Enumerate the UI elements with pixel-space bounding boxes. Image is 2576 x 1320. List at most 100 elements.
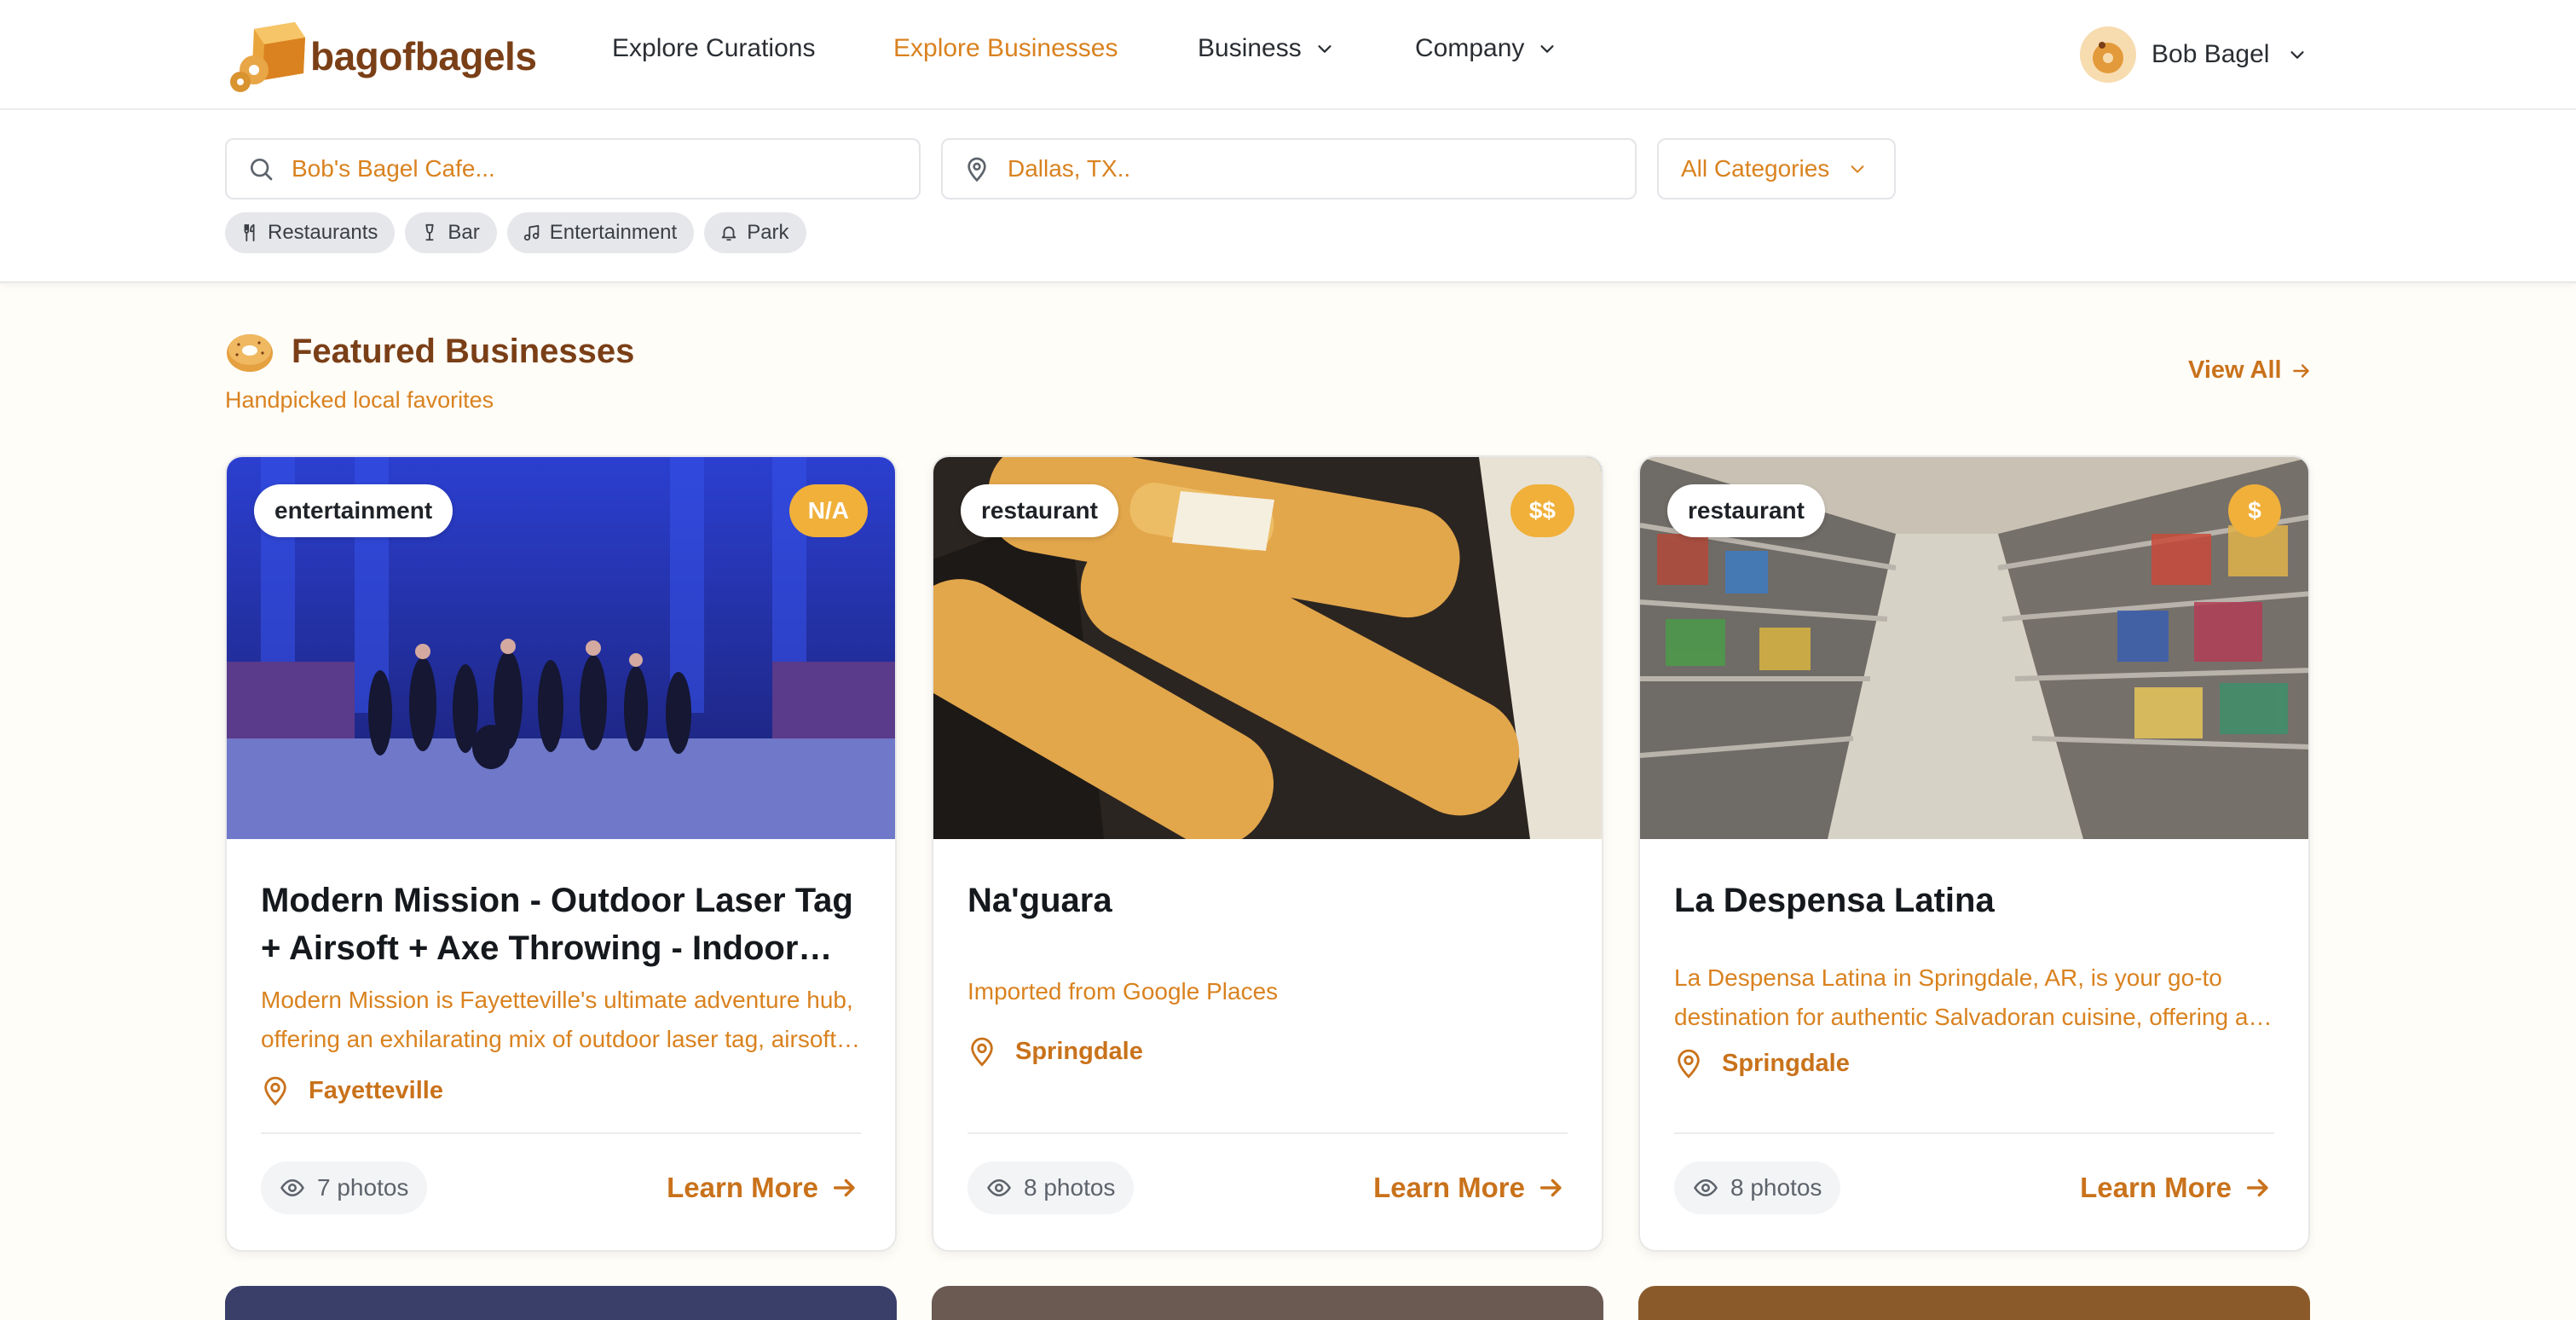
chip-bar-label: Bar	[448, 221, 480, 244]
card-footer: 7 photos Learn More	[261, 1132, 861, 1250]
learn-more-link[interactable]: Learn More	[2080, 1172, 2273, 1204]
business-title[interactable]: Na'guara	[967, 877, 1571, 924]
business-photo[interactable]: restaurant $	[1640, 457, 2308, 839]
arrow-right-icon	[833, 1178, 855, 1197]
business-location-text: Springdale	[1722, 1049, 1850, 1077]
view-all-link[interactable]: View All	[2188, 356, 2313, 385]
map-pin-icon	[264, 1076, 286, 1106]
featured-title-row: Featured Businesses	[225, 329, 634, 373]
search-bar: Bob's Bagel Cafe... Dallas, TX.. All Cat…	[0, 110, 2576, 283]
business-card[interactable]: entertainment N/A Modern Mission - Outdo…	[225, 455, 897, 1252]
featured-title: Featured Businesses	[292, 332, 635, 370]
bell-icon	[721, 226, 736, 241]
category-badge: entertainment	[254, 484, 453, 537]
featured-header: Featured Businesses Handpicked local fav…	[225, 329, 634, 414]
next-card-preview[interactable]	[932, 1286, 1603, 1320]
bag-of-bagels-logo-icon	[230, 22, 305, 92]
photo-count: 7 photos	[261, 1161, 428, 1214]
nav-explore-curations[interactable]: Explore Curations	[612, 34, 815, 63]
arrow-right-icon	[2246, 1178, 2268, 1197]
business-location: Springdale	[1674, 1047, 2278, 1080]
chevron-down-icon	[2290, 51, 2305, 59]
learn-more-link[interactable]: Learn More	[667, 1172, 859, 1204]
price-badge: N/A	[788, 484, 868, 537]
music-icon	[523, 224, 540, 241]
learn-more-label: Learn More	[2080, 1172, 2232, 1203]
category-select[interactable]: All Categories	[1657, 138, 1896, 200]
photo-count-text: 8 photos	[1730, 1174, 1822, 1201]
business-location: Springdale	[967, 1035, 1571, 1068]
arrow-right-icon	[2292, 363, 2309, 378]
business-description: Imported from Google Places	[967, 978, 1279, 1004]
featured-subtitle: Handpicked local favorites	[225, 387, 494, 413]
business-photo[interactable]: restaurant $$	[933, 457, 1602, 839]
card-footer: 8 photos Learn More	[1674, 1132, 2274, 1250]
logo[interactable]: bagofbagels	[228, 19, 537, 94]
business-photo[interactable]: entertainment N/A	[227, 457, 895, 839]
photo-count: 8 photos	[967, 1161, 1135, 1214]
photo-count-text: 7 photos	[317, 1174, 409, 1201]
nav-explore-curations-label: Explore Curations	[612, 34, 816, 62]
photo-count-text: 8 photos	[1024, 1174, 1116, 1201]
avatar	[2080, 26, 2136, 83]
chip-entertainment-label: Entertainment	[549, 221, 678, 244]
business-card[interactable]: restaurant $ La Despensa Latina La Despe…	[1638, 455, 2310, 1252]
card-body: Na'guara Imported from Google Places Spr…	[967, 839, 1571, 1068]
view-all-label: View All	[2188, 356, 2282, 384]
business-card[interactable]: restaurant $$ Na'guara Imported from Goo…	[932, 455, 1603, 1252]
utensils-icon	[244, 223, 255, 242]
learn-more-label: Learn More	[1373, 1172, 1525, 1203]
location-placeholder: Dallas, TX..	[1008, 155, 1131, 182]
bagel-avatar-icon	[2080, 26, 2136, 83]
business-description: La Despensa Latina in Springdale, AR, is…	[1674, 964, 2249, 1030]
bagel-icon	[227, 334, 273, 372]
chevron-down-icon	[1540, 45, 1554, 53]
next-card-preview[interactable]	[1638, 1286, 2310, 1320]
nav-business-menu[interactable]: Business	[1198, 34, 1334, 63]
map-pin-icon	[971, 1037, 993, 1067]
nav-company-menu[interactable]: Company	[1415, 34, 1557, 63]
learn-more-link[interactable]: Learn More	[1373, 1172, 1566, 1204]
business-location: Fayetteville	[261, 1074, 864, 1107]
learn-more-label: Learn More	[667, 1172, 818, 1203]
category-chips: Restaurants Bar Entertainment Park	[225, 212, 806, 253]
card-footer: 8 photos Learn More	[967, 1132, 1568, 1250]
business-location-text: Fayetteville	[309, 1076, 443, 1104]
user-menu[interactable]: Bob Bagel	[2080, 26, 2307, 84]
top-navigation: bagofbagels Explore Curations Explore Bu…	[0, 0, 2576, 110]
photo-count: 8 photos	[1674, 1161, 1841, 1214]
map-pin-icon	[967, 157, 986, 182]
nav-business-label: Business	[1198, 34, 1302, 62]
price-badge: $	[2228, 484, 2281, 537]
chip-restaurants[interactable]: Restaurants	[225, 212, 396, 253]
chip-restaurants-label: Restaurants	[268, 221, 378, 244]
business-description: Modern Mission is Fayetteville's ultimat…	[261, 987, 853, 1052]
card-body: Modern Mission - Outdoor Laser Tag + Air…	[261, 839, 864, 1107]
category-badge: restaurant	[1667, 484, 1825, 537]
chip-park[interactable]: Park	[704, 212, 806, 253]
price-badge: $$	[1510, 484, 1574, 537]
chip-park-label: Park	[747, 221, 789, 244]
card-body: La Despensa Latina La Despensa Latina in…	[1674, 839, 2278, 1080]
search-icon	[251, 159, 273, 181]
chevron-down-icon	[1318, 45, 1331, 53]
next-card-preview[interactable]	[225, 1286, 897, 1320]
eye-icon	[987, 1178, 1011, 1197]
business-title[interactable]: La Despensa Latina	[1674, 877, 2278, 924]
chevron-down-icon	[1851, 165, 1864, 173]
user-name: Bob Bagel	[2151, 40, 2270, 68]
business-search-input[interactable]: Bob's Bagel Cafe...	[225, 138, 921, 200]
wine-glass-icon	[425, 223, 434, 241]
location-input[interactable]: Dallas, TX..	[941, 138, 1637, 200]
chip-entertainment[interactable]: Entertainment	[506, 212, 695, 253]
category-select-value: All Categories	[1681, 155, 1830, 182]
nav-company-label: Company	[1415, 34, 1525, 62]
nav-explore-businesses-label: Explore Businesses	[893, 34, 1118, 62]
business-location-text: Springdale	[1015, 1037, 1143, 1065]
business-title[interactable]: Modern Mission - Outdoor Laser Tag + Air…	[261, 877, 864, 972]
map-pin-icon	[1678, 1049, 1700, 1079]
nav-explore-businesses[interactable]: Explore Businesses	[893, 34, 1118, 63]
category-badge: restaurant	[961, 484, 1118, 537]
logo-text: bagofbagels	[310, 34, 537, 78]
chip-bar[interactable]: Bar	[405, 212, 497, 253]
